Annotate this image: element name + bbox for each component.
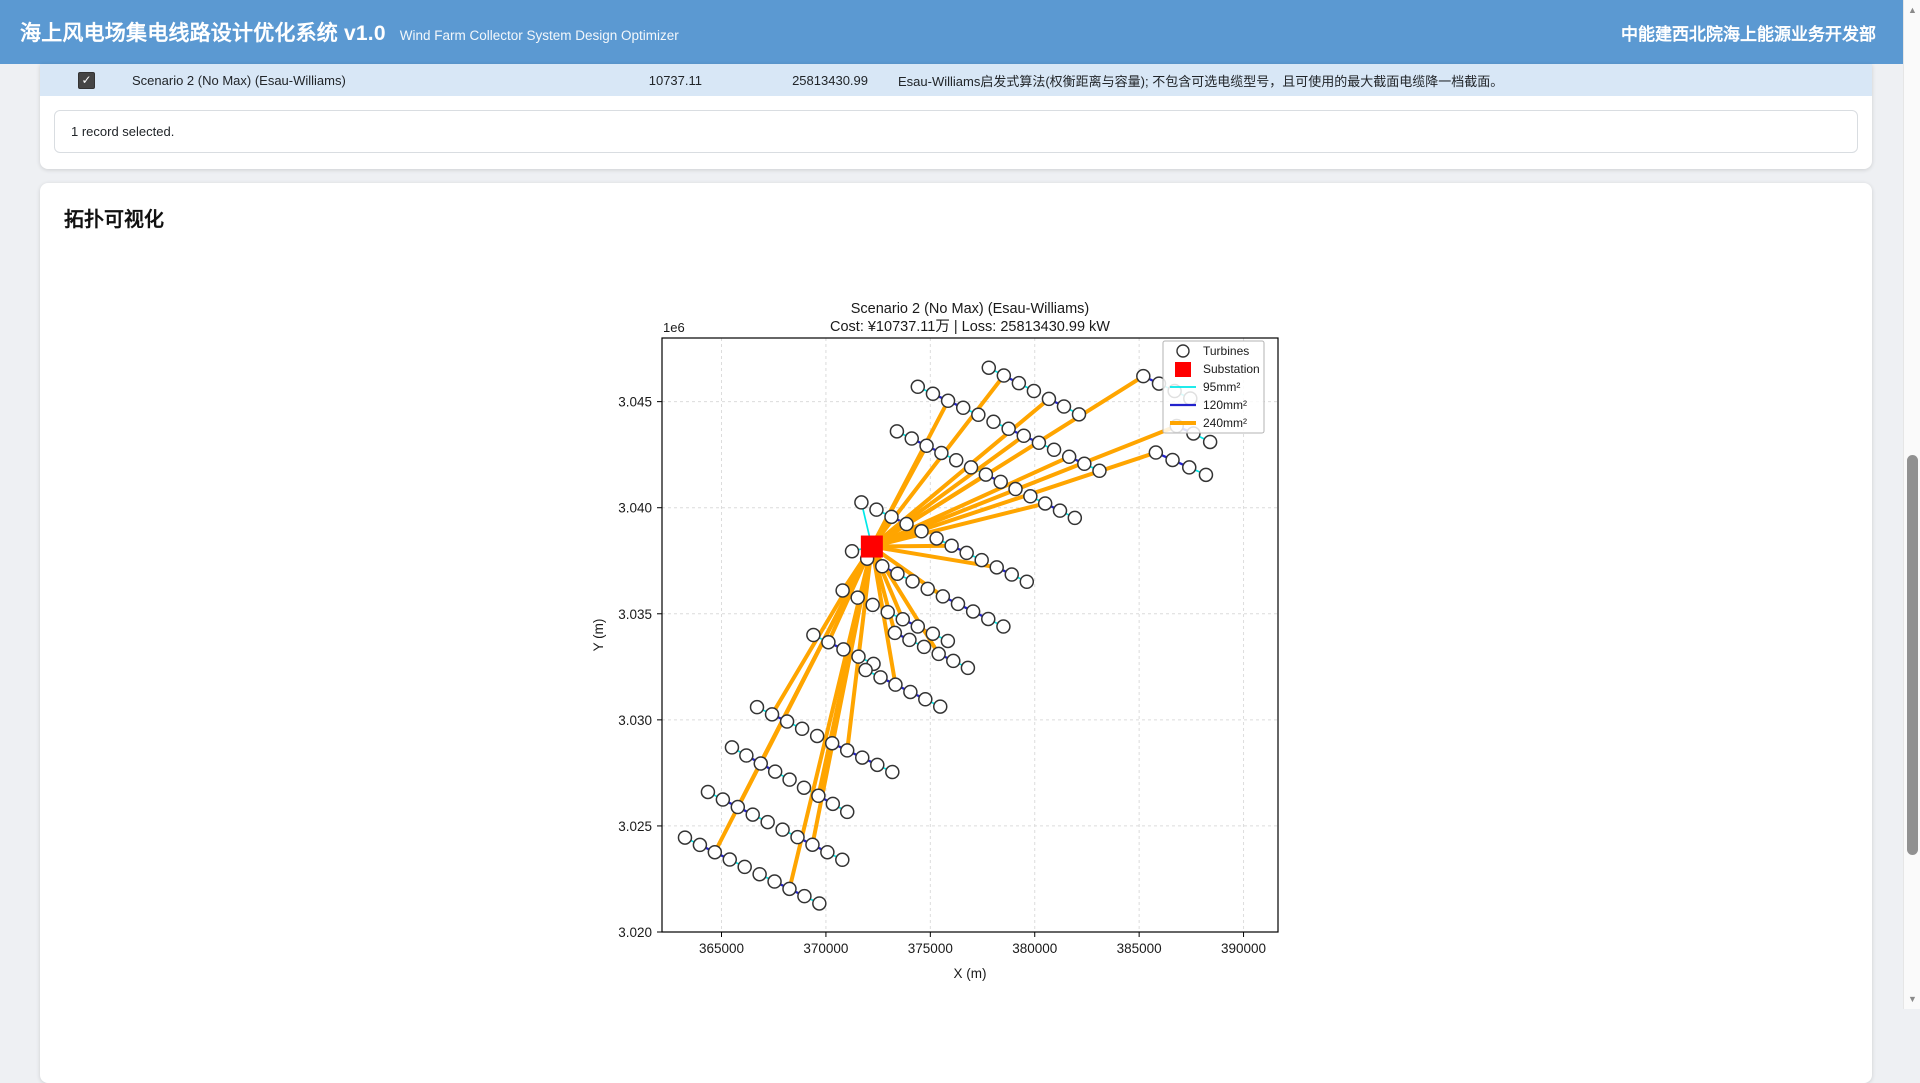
svg-text:120mm²: 120mm² xyxy=(1203,398,1247,412)
scroll-up-icon[interactable]: ▲ xyxy=(1904,2,1920,18)
app-subtitle: Wind Farm Collector System Design Optimi… xyxy=(400,28,679,43)
org-name: 中能建西北院海上能源业务开发部 xyxy=(1621,20,1876,45)
main-content: ✓ Scenario 2 (No Max) (Esau-Williams) 10… xyxy=(0,64,1903,1009)
app-header: 海上风电场集电线路设计优化系统 v1.0 Wind Farm Collector… xyxy=(0,0,1920,64)
svg-text:3.035: 3.035 xyxy=(618,607,652,622)
scenario-description: Esau-Williams启发式算法(权衡距离与容量); 不包含可选电缆型号，且… xyxy=(868,71,1872,90)
svg-text:X (m): X (m) xyxy=(954,966,987,981)
scenario-loss: 25813430.99 xyxy=(702,73,868,88)
table-row[interactable]: ✓ Scenario 2 (No Max) (Esau-Williams) 10… xyxy=(40,64,1872,96)
svg-text:3.040: 3.040 xyxy=(618,501,652,516)
svg-text:3.025: 3.025 xyxy=(618,819,652,834)
svg-text:365000: 365000 xyxy=(699,941,744,956)
row-checkbox[interactable]: ✓ xyxy=(78,72,95,89)
svg-text:240mm²: 240mm² xyxy=(1203,416,1247,430)
chart-area: 365000 370000 375000 380000 385000 390000 3.02… xyxy=(64,232,1848,1052)
svg-text:Turbines: Turbines xyxy=(1203,344,1249,358)
svg-text:Cost: ¥10737.11万 | Loss: 25813: Cost: ¥10737.11万 | Loss: 25813430.99 kW xyxy=(830,319,1110,335)
svg-text:3.045: 3.045 xyxy=(618,395,652,410)
topology-card: 拓扑可视化 365000 370000 375000 380000 385000 3900… xyxy=(40,183,1872,1083)
scenario-name: Scenario 2 (No Max) (Esau-Williams) xyxy=(132,73,560,88)
scenario-table-card: ✓ Scenario 2 (No Max) (Esau-Williams) 10… xyxy=(40,64,1872,169)
svg-text:375000: 375000 xyxy=(908,941,953,956)
svg-text:95mm²: 95mm² xyxy=(1203,380,1240,394)
svg-text:370000: 370000 xyxy=(803,941,848,956)
svg-text:380000: 380000 xyxy=(1012,941,1057,956)
app-title: 海上风电场集电线路设计优化系统 v1.0 xyxy=(20,17,386,47)
selection-status: 1 record selected. xyxy=(54,110,1858,153)
svg-text:3.020: 3.020 xyxy=(618,925,652,940)
scenario-cost: 10737.11 xyxy=(560,73,702,88)
svg-text:Scenario 2 (No Max) (Esau-Will: Scenario 2 (No Max) (Esau-Williams) xyxy=(851,301,1090,317)
svg-text:3.030: 3.030 xyxy=(618,713,652,728)
svg-text:Substation: Substation xyxy=(1203,362,1260,376)
svg-text:1e6: 1e6 xyxy=(663,320,685,335)
topology-chart: 365000 370000 375000 380000 385000 390000 3.02… xyxy=(530,290,1320,990)
svg-text:Y (m): Y (m) xyxy=(591,619,606,652)
scrollbar-thumb[interactable] xyxy=(1907,455,1918,855)
vertical-scrollbar[interactable]: ▲ ▼ xyxy=(1903,0,1920,1009)
svg-text:385000: 385000 xyxy=(1117,941,1162,956)
svg-text:390000: 390000 xyxy=(1221,941,1266,956)
section-title: 拓扑可视化 xyxy=(64,203,1848,232)
scroll-down-icon[interactable]: ▼ xyxy=(1904,991,1920,1007)
